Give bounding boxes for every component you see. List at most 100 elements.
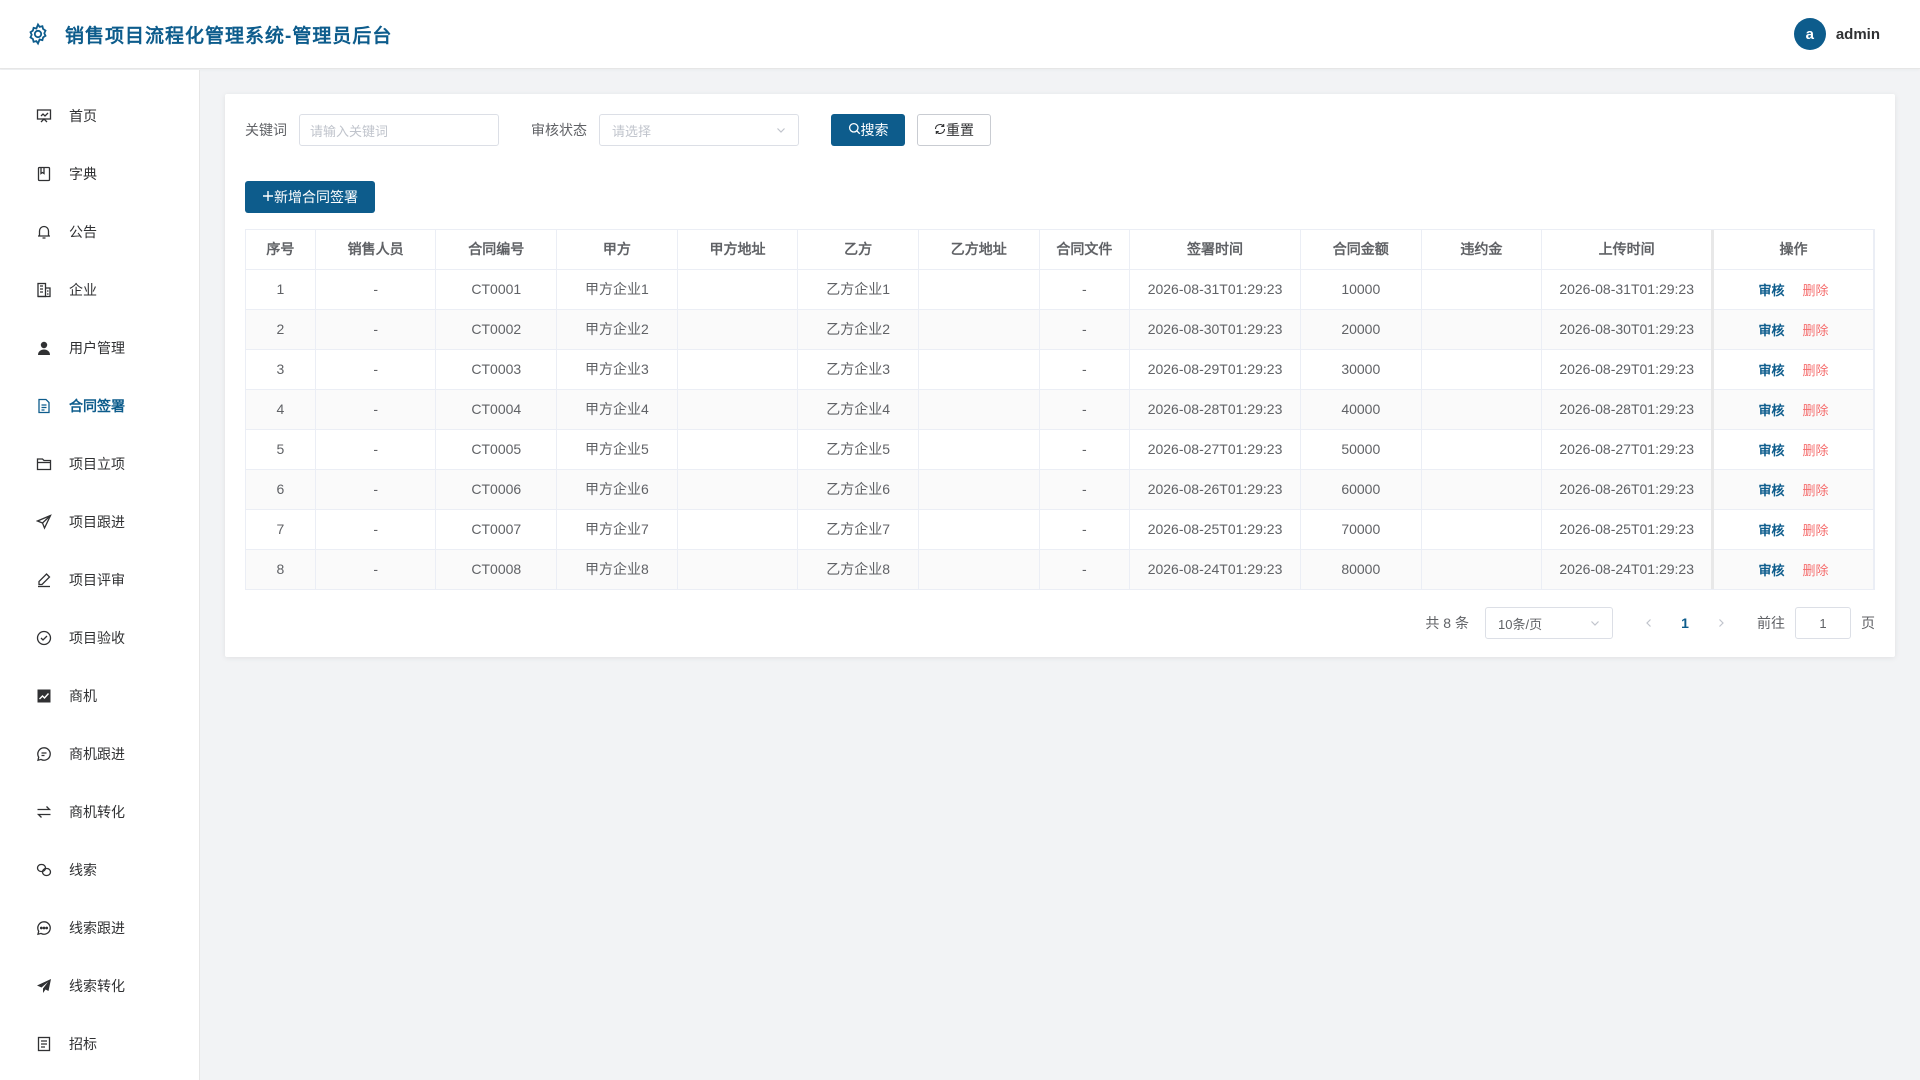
sidebar-item-label: 合同签署 — [69, 398, 125, 414]
table-cell-sign-time: 2026-08-25T01:29:23 — [1129, 509, 1301, 550]
username[interactable]: admin — [1836, 26, 1880, 43]
table-cell-penalty — [1421, 349, 1543, 390]
column-header: 销售人员 — [315, 230, 437, 270]
sidebar-item-project-follow-up[interactable]: 项目跟进 — [0, 493, 199, 551]
audit-button[interactable]: 审核 — [1759, 323, 1785, 338]
add-contract-button[interactable]: 新增合同签署 — [245, 181, 375, 213]
sidebar-item-opportunity[interactable]: 商机 — [0, 667, 199, 725]
table-cell-party-b-addr — [918, 429, 1040, 470]
sidebar-item-enterprise[interactable]: 企业 — [0, 261, 199, 319]
table-cell-code: CT0005 — [435, 429, 558, 470]
sidebar-item-announcement[interactable]: 公告 — [0, 203, 199, 261]
audit-button[interactable]: 审核 — [1759, 363, 1785, 378]
status-label: 审核状态 — [531, 122, 587, 138]
table-cell-party-b-addr — [918, 549, 1040, 589]
search-button[interactable]: 搜索 — [831, 114, 905, 146]
sidebar-item-project-acceptance[interactable]: 项目验收 — [0, 609, 199, 667]
delete-button[interactable]: 删除 — [1803, 443, 1829, 458]
goto-page-value: 1 — [1819, 615, 1827, 631]
folder-icon — [35, 455, 53, 473]
sidebar-item-bidding[interactable]: 招标 — [0, 1015, 199, 1073]
table-cell-actions: 审核 删除 — [1711, 469, 1874, 510]
table-cell-sales: - — [315, 469, 437, 510]
audit-button[interactable]: 审核 — [1759, 563, 1785, 578]
prev-page-button[interactable] — [1635, 615, 1663, 631]
column-header: 合同编号 — [435, 230, 558, 270]
filter-bar: 关键词 请输入关键词 审核状态 请选择 搜索 重置 — [245, 114, 991, 146]
total-count: 共 8 条 — [1425, 615, 1469, 631]
table-cell-party-a-addr — [677, 309, 799, 350]
audit-button[interactable]: 审核 — [1759, 403, 1785, 418]
audit-button[interactable]: 审核 — [1759, 483, 1785, 498]
contract-table: 序号 销售人员 合同编号 甲方 甲方地址 乙方 乙方地址 合同文件 签署时间 合… — [245, 229, 1875, 590]
status-select[interactable]: 请选择 — [599, 114, 799, 146]
sidebar-item-home[interactable]: 首页 — [0, 87, 199, 145]
sidebar-item-label: 项目评审 — [69, 572, 125, 588]
sidebar-item-user-management[interactable]: 用户管理 — [0, 319, 199, 377]
user-menu[interactable]: a admin — [1793, 18, 1880, 50]
search-icon — [848, 122, 861, 138]
sidebar-item-dictionary[interactable]: 字典 — [0, 145, 199, 203]
sidebar-item-opportunity-conversion[interactable]: 商机转化 — [0, 783, 199, 841]
page-number-current[interactable]: 1 — [1669, 615, 1701, 631]
chart-icon — [35, 687, 53, 705]
table-cell-party-a: 甲方企业8 — [556, 549, 678, 589]
sidebar-item-label: 字典 — [69, 166, 97, 182]
table-row: 5- CT0005 甲方企业5 乙方企业5-2026-08-27T01:29:23 50… — [246, 429, 1874, 470]
sidebar-item-lead-conversion[interactable]: 线索转化 — [0, 957, 199, 1015]
sidebar-item-project-initiation[interactable]: 项目立项 — [0, 435, 199, 493]
table-cell-sign-time: 2026-08-29T01:29:23 — [1129, 349, 1301, 390]
table-cell-party-a: 甲方企业6 — [556, 469, 678, 510]
table-cell-party-b-addr — [918, 469, 1040, 510]
table-cell-penalty — [1421, 309, 1543, 350]
audit-button[interactable]: 审核 — [1759, 523, 1785, 538]
table-cell-amount: 30000 — [1300, 349, 1422, 390]
pagination: 共 8 条 10条/页 1 前往 1 页 — [1425, 607, 1875, 639]
table-cell-penalty — [1421, 269, 1543, 310]
page-size-select[interactable]: 10条/页 — [1485, 607, 1613, 639]
table-cell-actions: 审核 删除 — [1711, 549, 1874, 589]
sidebar-item-label: 商机跟进 — [69, 746, 125, 762]
document-icon — [35, 397, 53, 415]
table-cell-party-a: 甲方企业5 — [556, 429, 678, 470]
delete-button[interactable]: 删除 — [1803, 523, 1829, 538]
audit-button[interactable]: 审核 — [1759, 283, 1785, 298]
table-row: 4- CT0004 甲方企业4 乙方企业4-2026-08-28T01:29:23 40… — [246, 389, 1874, 430]
audit-button[interactable]: 审核 — [1759, 443, 1785, 458]
tickets-icon — [35, 1035, 53, 1053]
delete-button[interactable]: 删除 — [1803, 483, 1829, 498]
sidebar-item-project-review[interactable]: 项目评审 — [0, 551, 199, 609]
delete-button[interactable]: 删除 — [1803, 403, 1829, 418]
top-header: 销售项目流程化管理系统-管理员后台 a admin — [0, 0, 1920, 69]
avatar[interactable]: a — [1793, 18, 1826, 50]
delete-button[interactable]: 删除 — [1803, 323, 1829, 338]
table-cell-party-a: 甲方企业1 — [556, 269, 678, 310]
edit-pen-icon — [35, 571, 53, 589]
table-cell-sales: - — [315, 389, 437, 430]
link-icon — [35, 861, 53, 879]
sidebar-item-lead-follow-up[interactable]: 线索跟进 — [0, 899, 199, 957]
gear-icon — [25, 21, 51, 47]
add-contract-button-label: 新增合同签署 — [274, 189, 358, 205]
reset-button[interactable]: 重置 — [917, 114, 991, 146]
table-cell-penalty — [1421, 389, 1543, 430]
column-header: 乙方地址 — [918, 230, 1040, 270]
sidebar-item-opportunity-follow-up[interactable]: 商机跟进 — [0, 725, 199, 783]
table-cell-upload-time: 2026-08-26T01:29:23 — [1541, 469, 1714, 510]
table-cell-party-b-addr — [918, 509, 1040, 550]
delete-button[interactable]: 删除 — [1803, 363, 1829, 378]
delete-button[interactable]: 删除 — [1803, 283, 1829, 298]
table-cell-code: CT0006 — [435, 469, 558, 510]
delete-button[interactable]: 删除 — [1803, 563, 1829, 578]
table-cell-amount: 40000 — [1300, 389, 1422, 430]
sidebar-item-lead[interactable]: 线索 — [0, 841, 199, 899]
table-cell-sign-time: 2026-08-31T01:29:23 — [1129, 269, 1301, 310]
sidebar-item-contract-signing[interactable]: 合同签署 — [0, 377, 199, 435]
table-cell-upload-time: 2026-08-27T01:29:23 — [1541, 429, 1714, 470]
goto-page-input[interactable]: 1 — [1795, 607, 1851, 639]
keyword-input[interactable]: 请输入关键词 — [299, 114, 499, 146]
next-page-button[interactable] — [1707, 615, 1735, 631]
table-cell-party-a-addr — [677, 509, 799, 550]
table-cell-sign-time: 2026-08-24T01:29:23 — [1129, 549, 1301, 589]
table-cell-party-a: 甲方企业2 — [556, 309, 678, 350]
